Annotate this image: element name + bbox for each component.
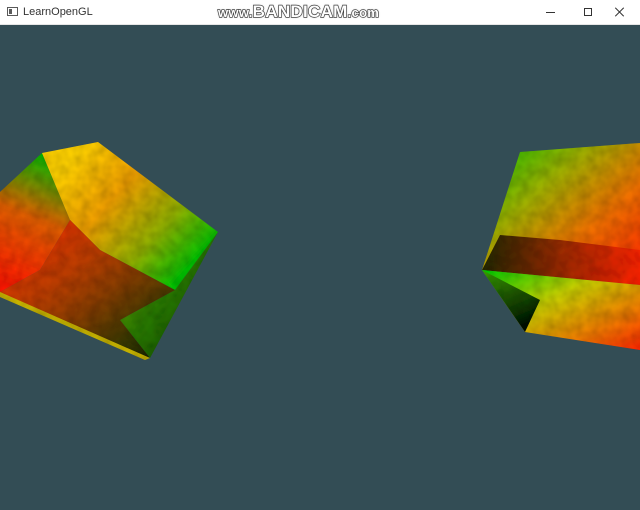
close-button[interactable] bbox=[600, 0, 640, 24]
right-cube bbox=[482, 143, 640, 350]
watermark-prefix: www. bbox=[217, 4, 253, 20]
opengl-viewport[interactable] bbox=[0, 25, 640, 510]
render-canvas bbox=[0, 142, 640, 360]
app-window: LearnOpenGL www.BANDICAM.com bbox=[0, 0, 640, 510]
left-cube bbox=[0, 142, 218, 360]
watermark-suffix: .com bbox=[347, 4, 380, 20]
bandicam-watermark: www.BANDICAM.com bbox=[217, 1, 380, 23]
window-title: LearnOpenGL bbox=[23, 6, 93, 18]
title-bar[interactable]: LearnOpenGL www.BANDICAM.com bbox=[0, 0, 640, 25]
close-icon bbox=[615, 7, 625, 17]
maximize-icon bbox=[584, 8, 592, 16]
watermark-brand: BANDICAM bbox=[252, 1, 348, 21]
minimize-button[interactable] bbox=[530, 0, 570, 24]
app-window-icon[interactable] bbox=[7, 7, 18, 16]
minimize-icon bbox=[545, 11, 555, 13]
